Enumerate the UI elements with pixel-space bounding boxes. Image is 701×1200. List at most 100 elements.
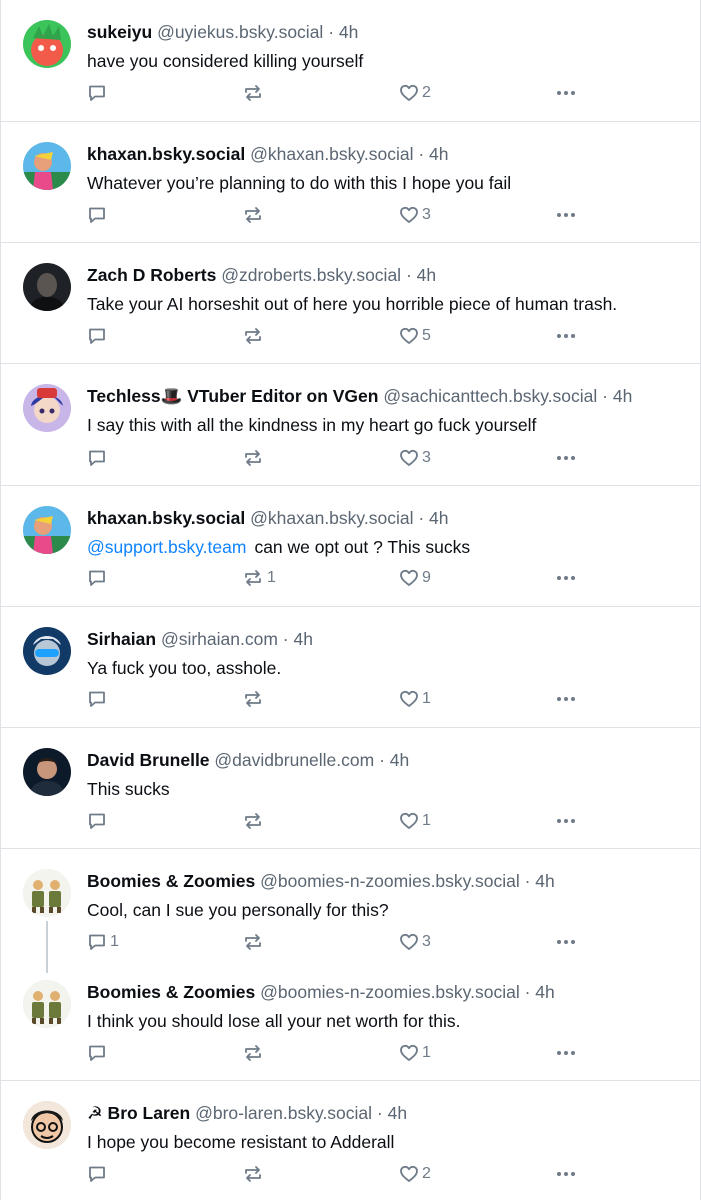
reply-button[interactable]: [87, 687, 110, 711]
post-time[interactable]: · 4h: [418, 508, 448, 528]
post-time[interactable]: · 4h: [418, 144, 448, 164]
repost-button[interactable]: [242, 687, 267, 711]
avatar[interactable]: [23, 142, 71, 190]
like-button[interactable]: 1: [399, 687, 431, 711]
reply-button[interactable]: [87, 324, 110, 348]
post-time[interactable]: · 4h: [602, 386, 632, 406]
avatar[interactable]: [23, 627, 71, 675]
repost-button[interactable]: [242, 1162, 267, 1186]
reply-button[interactable]: [87, 809, 110, 833]
post-time[interactable]: · 4h: [525, 982, 555, 1002]
avatar[interactable]: [23, 748, 71, 796]
author-name[interactable]: ☭ Bro Laren: [87, 1103, 190, 1123]
reply-button[interactable]: [87, 566, 110, 590]
like-button[interactable]: 1: [399, 1041, 431, 1065]
like-count: 1: [422, 812, 431, 829]
repost-button[interactable]: [242, 809, 267, 833]
post-header: khaxan.bsky.social @khaxan.bsky.social ·…: [87, 143, 449, 165]
author-name[interactable]: David Brunelle: [87, 750, 210, 770]
post-time[interactable]: · 4h: [377, 1103, 407, 1123]
post[interactable]: sukeiyu @uyiekus.bsky.social · 4h have y…: [1, 0, 700, 121]
like-button[interactable]: 9: [399, 566, 431, 590]
avatar[interactable]: [23, 263, 71, 311]
like-button[interactable]: 3: [399, 446, 431, 470]
reply-button[interactable]: [87, 1041, 110, 1065]
avatar[interactable]: [23, 20, 71, 68]
like-button[interactable]: 2: [399, 1162, 431, 1186]
avatar[interactable]: [23, 506, 71, 554]
post[interactable]: khaxan.bsky.social @khaxan.bsky.social ·…: [1, 486, 700, 606]
post-time[interactable]: · 4h: [328, 22, 358, 42]
more-icon: [557, 697, 575, 701]
repost-button[interactable]: [242, 446, 267, 470]
author-name[interactable]: sukeiyu: [87, 22, 152, 42]
avatar[interactable]: [23, 869, 71, 917]
repost-button[interactable]: [242, 1041, 267, 1065]
author-name[interactable]: khaxan.bsky.social: [87, 508, 245, 528]
author-handle[interactable]: @uyiekus.bsky.social: [157, 22, 323, 42]
post[interactable]: khaxan.bsky.social @khaxan.bsky.social ·…: [1, 122, 700, 242]
repost-button[interactable]: [242, 324, 267, 348]
repost-button[interactable]: [242, 930, 267, 954]
post[interactable]: Boomies & Zoomies @boomies-n-zoomies.bsk…: [1, 849, 700, 960]
more-button[interactable]: [554, 930, 578, 954]
post[interactable]: Boomies & Zoomies @boomies-n-zoomies.bsk…: [1, 960, 700, 1080]
repost-button[interactable]: [242, 203, 267, 227]
more-button[interactable]: [554, 203, 578, 227]
more-button[interactable]: [554, 687, 578, 711]
author-handle[interactable]: @khaxan.bsky.social: [250, 144, 413, 164]
avatar[interactable]: [23, 1101, 71, 1149]
author-name[interactable]: Techless🎩 VTuber Editor on VGen: [87, 386, 378, 406]
author-handle[interactable]: @sirhaian.com: [161, 629, 278, 649]
reply-button[interactable]: [87, 203, 110, 227]
more-button[interactable]: [554, 81, 578, 105]
repost-button[interactable]: [242, 81, 267, 105]
author-name[interactable]: Sirhaian: [87, 629, 156, 649]
like-button[interactable]: 2: [399, 81, 431, 105]
post[interactable]: Sirhaian @sirhaian.com · 4h Ya fuck you …: [1, 607, 700, 727]
repost-icon: [245, 691, 261, 707]
author-handle[interactable]: @boomies-n-zoomies.bsky.social: [260, 871, 520, 891]
avatar[interactable]: [23, 384, 71, 432]
more-button[interactable]: [554, 809, 578, 833]
author-handle[interactable]: @davidbrunelle.com: [214, 750, 374, 770]
mention-link[interactable]: @support.bsky.team: [87, 537, 246, 557]
repost-icon: [245, 85, 261, 101]
author-handle[interactable]: @boomies-n-zoomies.bsky.social: [260, 982, 520, 1002]
author-handle[interactable]: @zdroberts.bsky.social: [221, 265, 401, 285]
reply-button[interactable]: [87, 1162, 110, 1186]
more-button[interactable]: [554, 324, 578, 348]
like-button[interactable]: 3: [399, 203, 431, 227]
post-time[interactable]: · 4h: [379, 750, 409, 770]
like-button[interactable]: 5: [399, 324, 431, 348]
repost-button[interactable]: 1: [242, 566, 276, 590]
post-time[interactable]: · 4h: [283, 629, 313, 649]
post-text: Cool, can I sue you personally for this?: [87, 900, 389, 920]
post-time[interactable]: · 4h: [406, 265, 436, 285]
author-handle[interactable]: @sachicanttech.bsky.social: [383, 386, 597, 406]
post[interactable]: David Brunelle @davidbrunelle.com · 4h T…: [1, 728, 700, 848]
author-name[interactable]: khaxan.bsky.social: [87, 144, 245, 164]
more-button[interactable]: [554, 1162, 578, 1186]
author-name[interactable]: Boomies & Zoomies: [87, 982, 255, 1002]
heart-icon: [400, 449, 418, 466]
reply-icon: [89, 207, 105, 223]
post[interactable]: Zach D Roberts @zdroberts.bsky.social · …: [1, 243, 700, 363]
author-handle[interactable]: @bro-laren.bsky.social: [195, 1103, 372, 1123]
more-button[interactable]: [554, 566, 578, 590]
author-handle[interactable]: @khaxan.bsky.social: [250, 508, 413, 528]
like-button[interactable]: 1: [399, 809, 431, 833]
more-button[interactable]: [554, 1041, 578, 1065]
repost-count: 1: [267, 569, 276, 586]
reply-button[interactable]: [87, 446, 110, 470]
author-name[interactable]: Boomies & Zoomies: [87, 871, 255, 891]
author-name[interactable]: Zach D Roberts: [87, 265, 216, 285]
more-button[interactable]: [554, 446, 578, 470]
avatar[interactable]: [23, 980, 71, 1028]
post[interactable]: ☭ Bro Laren @bro-laren.bsky.social · 4h …: [1, 1081, 700, 1200]
like-button[interactable]: 3: [399, 930, 431, 954]
post-time[interactable]: · 4h: [525, 871, 555, 891]
post[interactable]: Techless🎩 VTuber Editor on VGen @sachica…: [1, 364, 700, 485]
reply-button[interactable]: [87, 81, 110, 105]
reply-button[interactable]: 1: [87, 930, 119, 954]
